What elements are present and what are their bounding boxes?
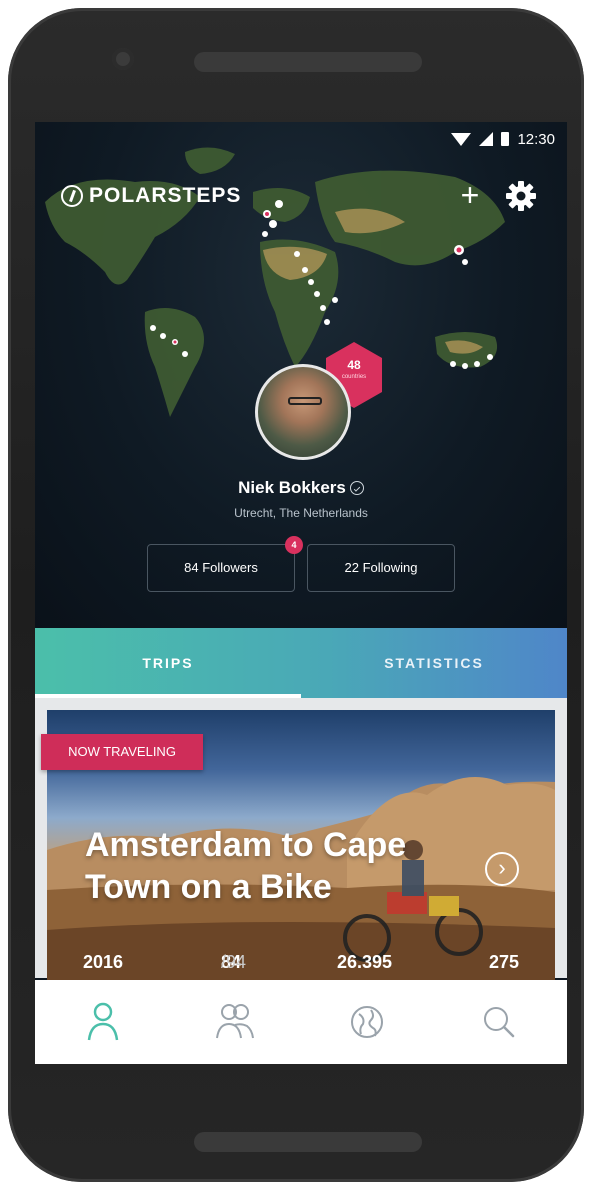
tab-trips[interactable]: TRIPS: [35, 628, 301, 698]
trip-stats: 2016 84/94 26.395 275: [83, 952, 543, 976]
search-icon[interactable]: [469, 998, 529, 1046]
app-screen: 12:30 POLARSTEPS + 48 countries Niek Bok…: [35, 122, 567, 1064]
wifi-icon: [451, 132, 472, 146]
gear-icon[interactable]: [505, 180, 537, 212]
logo-text: POLARSTEPS: [89, 184, 242, 207]
trip-title[interactable]: Amsterdam to Cape Town on a Bike: [85, 824, 485, 908]
status-bar: 12:30: [451, 128, 555, 150]
avatar-glasses: [288, 397, 322, 405]
battery-icon: [501, 132, 510, 146]
tab-statistics[interactable]: STATISTICS: [301, 628, 567, 698]
avatar[interactable]: [255, 364, 351, 460]
friends-icon[interactable]: [205, 998, 265, 1046]
followers-notification-badge: 4: [285, 536, 303, 554]
trip-distance: 26.395: [337, 952, 393, 972]
tab-bar: TRIPS STATISTICS: [35, 628, 567, 698]
profile-name: Niek Bokkers: [238, 478, 346, 497]
status-time: 12:30: [517, 130, 555, 148]
top-speaker: [194, 52, 422, 72]
profile-hero: 12:30 POLARSTEPS + 48 countries Niek Bok…: [35, 122, 567, 628]
now-traveling-tag: NOW TRAVELING: [41, 734, 203, 770]
trip-year: 2016: [83, 952, 124, 972]
add-trip-button[interactable]: +: [453, 178, 487, 212]
badge-count: 48: [347, 358, 361, 372]
trip-open-arrow-icon[interactable]: ›: [485, 852, 519, 886]
bottom-navigation: [35, 980, 567, 1064]
profile-location: Utrecht, The Netherlands: [234, 506, 368, 520]
bottom-speaker: [194, 1132, 422, 1152]
polarsteps-logo-icon: [61, 185, 83, 207]
trip-days-total: /94: [221, 952, 247, 972]
globe-icon[interactable]: [337, 998, 397, 1046]
signal-icon: [479, 132, 494, 146]
followers-button[interactable]: 84 Followers: [147, 544, 295, 592]
following-button[interactable]: 22 Following: [307, 544, 455, 592]
verified-icon: [349, 481, 364, 495]
profile-icon[interactable]: [73, 998, 133, 1046]
front-camera: [112, 48, 134, 70]
app-logo: POLARSTEPS: [61, 184, 241, 208]
trip-steps: 275: [489, 952, 520, 972]
profile-name-row: Niek Bokkers: [35, 478, 567, 498]
